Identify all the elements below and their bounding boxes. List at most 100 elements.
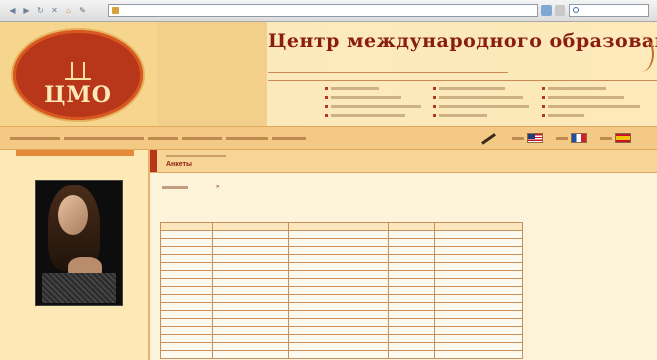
- table-cell: [288, 350, 389, 359]
- page-link-2[interactable]: [205, 184, 210, 190]
- france-flag-icon: [571, 133, 587, 143]
- table-cell[interactable]: [434, 230, 523, 239]
- language-switch-french[interactable]: [556, 132, 587, 144]
- table-cell: [160, 326, 213, 335]
- table-cell[interactable]: [212, 254, 289, 263]
- home-icon[interactable]: ⌂: [64, 6, 73, 15]
- table-cell[interactable]: [212, 350, 289, 359]
- reload-icon[interactable]: ↻: [36, 6, 45, 15]
- table-cell: [288, 294, 389, 303]
- table-cell[interactable]: [212, 302, 289, 311]
- site-logo[interactable]: ЦМО: [13, 30, 143, 120]
- table-cell[interactable]: [434, 246, 523, 255]
- page-title: Анкеты: [166, 161, 192, 168]
- column-header[interactable]: [388, 222, 435, 231]
- table-cell[interactable]: [434, 270, 523, 279]
- breadcrumb-link[interactable]: [182, 136, 222, 140]
- table-cell[interactable]: [434, 334, 523, 343]
- table-cell[interactable]: [434, 302, 523, 311]
- quill-pen-icon: [481, 133, 496, 145]
- nav-link[interactable]: [433, 84, 543, 92]
- table-cell[interactable]: [434, 310, 523, 319]
- table-row: [160, 342, 523, 351]
- nav-link[interactable]: [542, 102, 652, 110]
- table-cell: [288, 318, 389, 327]
- table-cell[interactable]: [434, 238, 523, 247]
- slogan-bar: [268, 66, 657, 81]
- breadcrumb-link[interactable]: [226, 136, 268, 140]
- nav-link[interactable]: [433, 102, 543, 110]
- table-cell[interactable]: [434, 326, 523, 335]
- sidebar-top-bar: [16, 150, 134, 156]
- edit-pen-icon[interactable]: ✎: [78, 6, 87, 15]
- table-cell[interactable]: [212, 278, 289, 287]
- column-header[interactable]: [288, 222, 389, 231]
- table-cell: [160, 350, 213, 359]
- table-cell[interactable]: [212, 238, 289, 247]
- column-header[interactable]: [160, 222, 213, 231]
- stop-icon[interactable]: ✕: [50, 6, 59, 15]
- breadcrumb-link[interactable]: [272, 136, 306, 140]
- table-cell: [288, 238, 389, 247]
- table-row: [160, 294, 523, 303]
- back-arrow-icon[interactable]: ◀: [8, 6, 17, 15]
- table-cell[interactable]: [212, 310, 289, 319]
- breadcrumb-link[interactable]: [148, 136, 178, 140]
- language-switch-english[interactable]: [512, 132, 543, 144]
- forward-arrow-icon[interactable]: ▶: [22, 6, 31, 15]
- nav-link[interactable]: [325, 102, 435, 110]
- table-cell[interactable]: [212, 318, 289, 327]
- table-cell[interactable]: [434, 342, 523, 351]
- nav-link[interactable]: [433, 93, 543, 101]
- bullet-icon: [542, 95, 545, 99]
- table-cell[interactable]: [212, 230, 289, 239]
- next-page-icon[interactable]: »: [216, 184, 219, 190]
- column-header[interactable]: [434, 222, 523, 231]
- table-cell[interactable]: [434, 262, 523, 271]
- browser-window: ◀ ▶ ↻ ✕ ⌂ ✎ ЦМО Центр международного обр…: [0, 0, 657, 360]
- table-cell[interactable]: [212, 334, 289, 343]
- table-cell[interactable]: [212, 286, 289, 295]
- content-breadcrumb[interactable]: [166, 155, 226, 157]
- bullet-icon: [325, 113, 328, 117]
- breadcrumb-link[interactable]: [64, 136, 144, 140]
- table-row: [160, 254, 523, 263]
- go-icon[interactable]: [541, 5, 552, 16]
- table-cell[interactable]: [434, 294, 523, 303]
- table-cell[interactable]: [434, 278, 523, 287]
- nav-link[interactable]: [542, 93, 652, 101]
- table-row: [160, 334, 523, 343]
- nav-link[interactable]: [542, 111, 652, 119]
- table-cell[interactable]: [212, 326, 289, 335]
- language-switch-spanish[interactable]: [600, 132, 631, 144]
- table-row: [160, 350, 523, 359]
- breadcrumb-link[interactable]: [10, 136, 60, 140]
- table-cell[interactable]: [434, 350, 523, 359]
- bullet-icon: [542, 86, 545, 90]
- bullet-icon: [325, 86, 328, 90]
- table-cell[interactable]: [434, 286, 523, 295]
- favicon-icon: [112, 7, 119, 14]
- table-cell[interactable]: [212, 294, 289, 303]
- main-content: Анкеты »: [150, 150, 657, 360]
- table-cell: [288, 278, 389, 287]
- table-row: [160, 286, 523, 295]
- table-cell[interactable]: [212, 246, 289, 255]
- nav-link[interactable]: [325, 84, 435, 92]
- table-cell[interactable]: [212, 342, 289, 351]
- table-cell[interactable]: [212, 270, 289, 279]
- table-cell: [288, 310, 389, 319]
- address-bar[interactable]: [108, 4, 538, 17]
- table-cell[interactable]: [212, 262, 289, 271]
- nav-link[interactable]: [433, 111, 543, 119]
- table-cell[interactable]: [434, 318, 523, 327]
- feed-icon[interactable]: [555, 5, 565, 16]
- page-link-1[interactable]: [194, 184, 199, 190]
- nav-link[interactable]: [325, 111, 435, 119]
- table-cell[interactable]: [434, 254, 523, 263]
- table-cell: [388, 246, 435, 255]
- nav-link[interactable]: [325, 93, 435, 101]
- column-header[interactable]: [212, 222, 289, 231]
- nav-link[interactable]: [542, 84, 652, 92]
- browser-search-input[interactable]: [569, 4, 649, 17]
